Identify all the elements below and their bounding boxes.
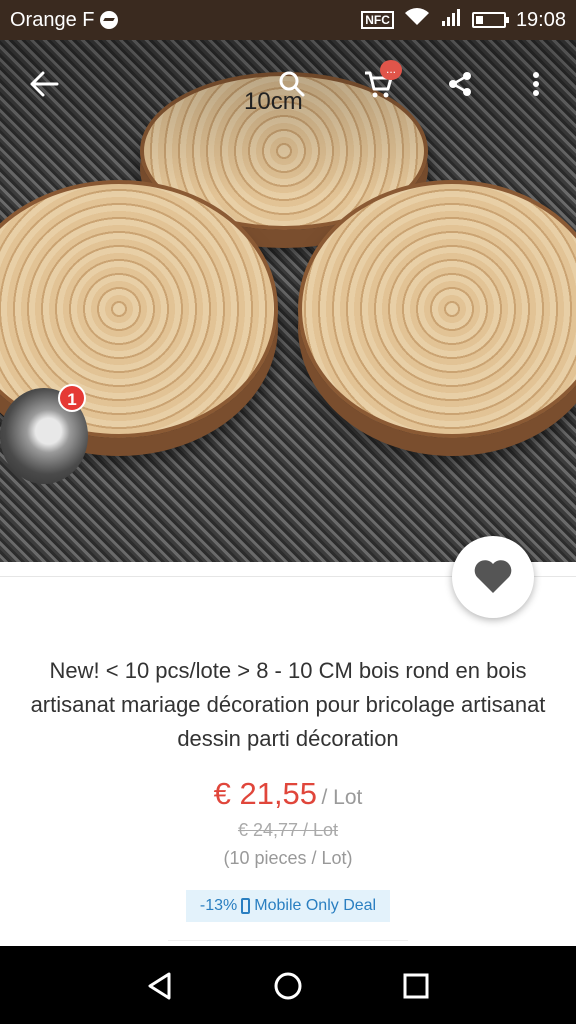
clock: 19:08 [515, 8, 566, 31]
price-row: € 21,55 / Lot [0, 776, 576, 812]
price-unit: / Lot [321, 786, 363, 809]
cart-icon[interactable]: ... [356, 60, 402, 106]
battery-icon [471, 12, 509, 28]
original-price: € 24,77 / Lot [237, 820, 339, 840]
divider [168, 940, 408, 941]
pieces-per-lot: (10 pieces / Lot) [223, 848, 353, 868]
nav-home-icon[interactable] [268, 966, 308, 1006]
search-icon[interactable] [270, 62, 314, 106]
messenger-icon [100, 11, 119, 29]
wifi-icon [404, 7, 430, 33]
status-bar: Orange F NFC 19:08 [0, 0, 576, 40]
deal-label: Mobile Only Deal [254, 897, 377, 914]
top-action-bar: ... [0, 40, 576, 130]
notification-badge: 1 [58, 384, 86, 412]
more-icon[interactable] [514, 62, 558, 106]
current-price: € 21,55 [213, 776, 318, 811]
share-icon[interactable] [438, 62, 482, 106]
cart-message-badge: ... [380, 60, 402, 80]
nav-back-icon[interactable] [140, 966, 180, 1006]
wood-slice-right [298, 180, 576, 438]
heart-icon [474, 560, 512, 593]
nfc-icon: NFC [361, 11, 394, 29]
carrier-name: Orange F [10, 8, 95, 31]
signal-icon [440, 7, 462, 33]
deal-percent: -13% [199, 897, 238, 914]
phone-icon [241, 898, 251, 914]
wishlist-button[interactable] [452, 536, 534, 618]
system-nav-bar [0, 946, 576, 1024]
nav-recents-icon[interactable] [396, 966, 436, 1006]
back-icon[interactable] [22, 62, 66, 106]
chat-head[interactable]: 1 [0, 384, 90, 488]
mobile-deal-badge: -13% Mobile Only Deal [186, 890, 390, 922]
product-title: New! < 10 pcs/lote > 8 - 10 CM bois rond… [30, 658, 546, 751]
